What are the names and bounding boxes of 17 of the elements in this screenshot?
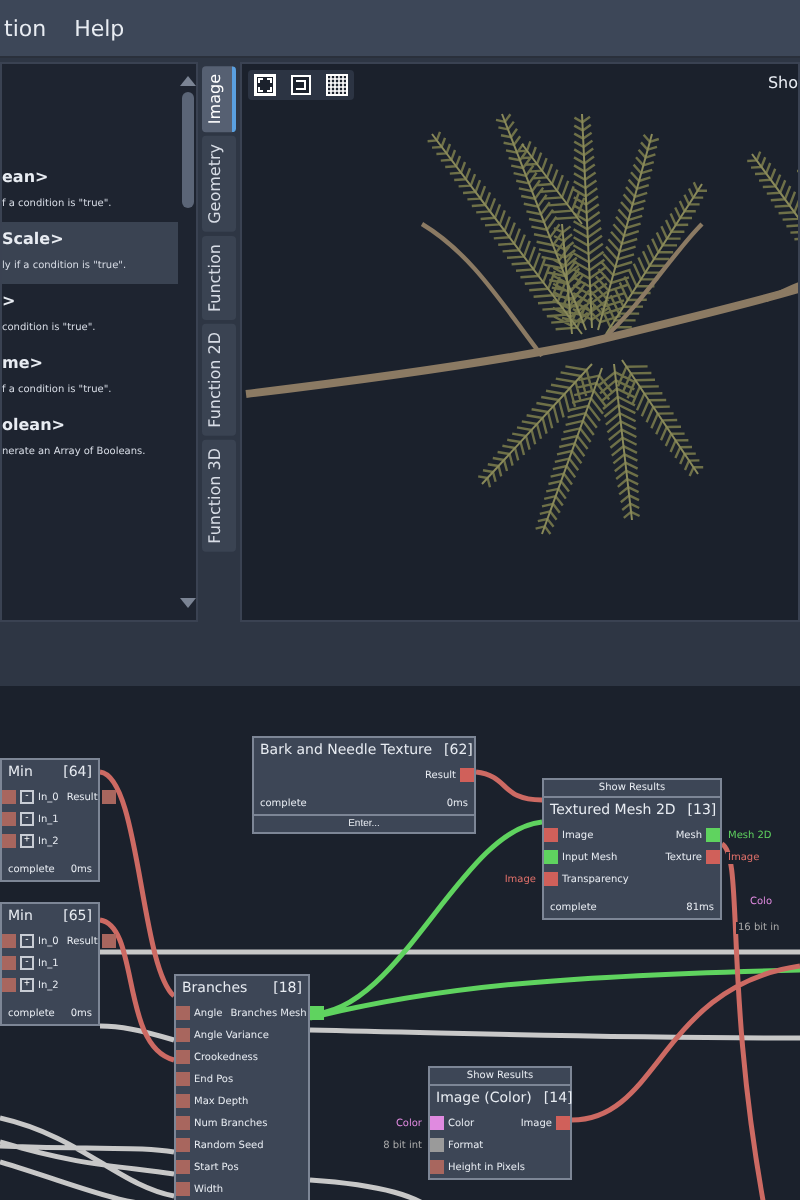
viewer-tab[interactable]: Function	[202, 235, 236, 320]
output-port[interactable]	[101, 790, 116, 804]
menu-item[interactable]: tion	[0, 15, 51, 41]
frame-icon[interactable]	[290, 74, 312, 96]
menu-item[interactable]: Help	[70, 15, 129, 41]
scrollbar-thumb[interactable]	[181, 92, 193, 208]
viewer-tab[interactable]: Geometry	[202, 136, 236, 232]
show-label[interactable]: Sho	[767, 74, 798, 92]
scroll-down-icon[interactable]	[179, 598, 195, 608]
scroll-up-icon[interactable]	[179, 76, 195, 86]
viewer-tab[interactable]: Function 2D	[202, 323, 236, 436]
fit-view-icon[interactable]	[254, 74, 276, 96]
grid-icon[interactable]	[326, 74, 348, 96]
viewer-tab[interactable]: Function 3D	[202, 439, 236, 552]
output-port[interactable]	[310, 1006, 325, 1020]
viewer-tab[interactable]: Image	[202, 66, 236, 133]
output-port[interactable]	[101, 934, 116, 948]
